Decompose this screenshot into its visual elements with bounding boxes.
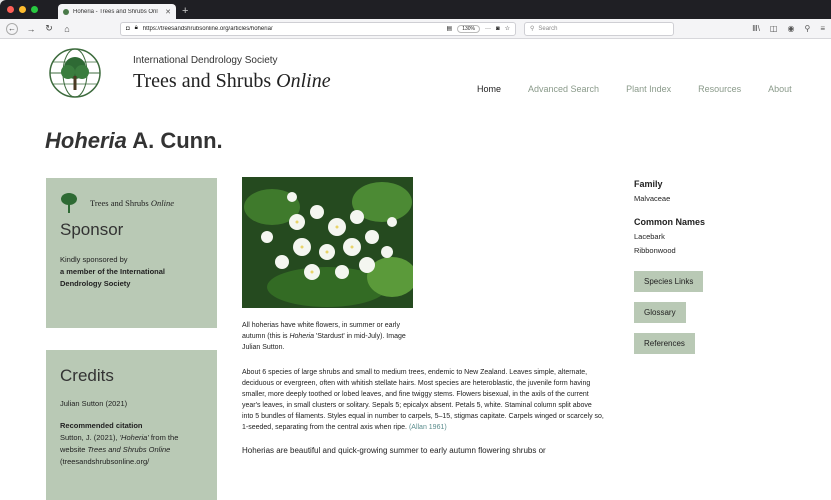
common-name-1: Lacebark — [634, 232, 665, 241]
sponsor-brand-italic: Online — [150, 198, 174, 208]
sponsor-brand-text: Trees and Shrubs Online — [90, 198, 174, 208]
photo-caption: All hoherias have white flowers, in summ… — [242, 320, 422, 353]
url-bar[interactable]: ◘ 🔒︎ https://treesandshrubsonline.org/ar… — [120, 21, 516, 36]
genus-description: About 6 species of large shrubs and smal… — [242, 367, 604, 433]
toolbar-icons: Ⅲ\ ◫ ◉ ⚲ ≡ — [752, 24, 825, 33]
search-icon: ⚲ — [530, 26, 535, 32]
citation-text: Sutton, J. (2021), 'Hoheria' from the we… — [60, 432, 203, 456]
minimize-window-icon[interactable] — [19, 6, 26, 13]
page-title: Hoheria A. Cunn. — [45, 128, 223, 154]
left-column: Trees and Shrubs Online Sponsor Kindly s… — [46, 178, 217, 500]
navigation-toolbar: ← → ↻ ⌂ ◘ 🔒︎ https://treesandshrubsonlin… — [0, 19, 831, 39]
web-page: International Dendrology Society Trees a… — [0, 40, 831, 500]
tab-bar: Hoheria - Trees and Shrubs Onl ✕ + — [0, 0, 831, 19]
citation-domain: (treesandshrubsonline.org/ — [60, 457, 150, 466]
credits-box: Credits Julian Sutton (2021) Recommended… — [46, 350, 217, 500]
sponsor-box: Trees and Shrubs Online Sponsor Kindly s… — [46, 178, 217, 328]
reload-icon[interactable]: ↻ — [44, 23, 54, 34]
zoom-level[interactable]: 130% — [457, 24, 480, 33]
forward-arrow-icon[interactable]: → — [26, 24, 36, 34]
family-value: Malvaceae — [634, 194, 671, 203]
sponsor-brand: Trees and Shrubs Online — [60, 192, 203, 214]
nav-home[interactable]: Home — [477, 84, 501, 94]
window-controls — [7, 6, 38, 13]
credits-heading: Credits — [60, 366, 114, 385]
bookmark-star-icon[interactable]: ☆ — [505, 25, 510, 32]
species-links-button[interactable]: Species Links — [634, 271, 704, 292]
menu-icon[interactable]: ≡ — [820, 24, 825, 33]
url-text: https://treesandshrubsonline.org/article… — [142, 25, 273, 32]
home-icon[interactable]: ⌂ — [62, 24, 72, 34]
citation-italic: 'Hoheria' — [119, 433, 149, 442]
close-window-icon[interactable] — [7, 6, 14, 13]
back-arrow-icon[interactable]: ← — [6, 22, 18, 35]
extension-icon[interactable]: ◉ — [787, 24, 794, 33]
org-name: International Dendrology Society — [133, 55, 278, 66]
family-label: Family — [634, 179, 663, 189]
citation-site: Trees and Shrubs Online — [87, 445, 171, 454]
hoheria-flower-photo[interactable] — [242, 177, 413, 308]
credits-author: Julian Sutton (2021) — [60, 399, 128, 408]
browser-tab[interactable]: Hoheria - Trees and Shrubs Onl ✕ — [58, 4, 176, 19]
main-navigation: Home Advanced Search Plant Index Resourc… — [477, 84, 792, 94]
shield-icon: ◘ — [126, 25, 130, 32]
tab-title: Hoheria - Trees and Shrubs Onl — [73, 8, 158, 15]
allan-1961-link[interactable]: (Allan 1961) — [409, 424, 447, 431]
page-title-genus: Hoheria — [45, 128, 127, 153]
nav-resources[interactable]: Resources — [698, 84, 741, 94]
browser-window: Hoheria - Trees and Shrubs Onl ✕ + ← → ↻… — [0, 0, 831, 500]
sponsor-line-1: Kindly sponsored by — [60, 255, 128, 264]
search-placeholder: Search — [538, 25, 558, 32]
search-bar[interactable]: ⚲ Search — [524, 21, 674, 36]
common-names-label: Common Names — [634, 217, 706, 227]
reader-view-icon[interactable]: ▤ — [447, 25, 453, 32]
citation-part-1: Sutton, J. (2021), — [60, 433, 120, 442]
globe-tree-logo-icon[interactable] — [48, 46, 102, 100]
page-title-author: A. Cunn. — [126, 128, 223, 153]
library-icon[interactable]: Ⅲ\ — [752, 24, 760, 33]
maximize-window-icon[interactable] — [31, 6, 38, 13]
nav-advanced-search[interactable]: Advanced Search — [528, 84, 599, 94]
more-actions-icon[interactable]: ··· — [485, 26, 491, 32]
lock-icon: 🔒︎ — [134, 25, 138, 31]
tab-close-icon[interactable]: ✕ — [165, 8, 171, 16]
description-text: About 6 species of large shrubs and smal… — [242, 369, 604, 431]
site-title-italic: Online — [276, 70, 331, 92]
new-tab-button[interactable]: + — [182, 4, 188, 19]
common-name-2: Ribbonwood — [634, 246, 676, 255]
info-column: Family Malvaceae Common Names Lacebark R… — [634, 179, 784, 354]
sponsor-line-2: a member of the International Dendrology… — [60, 267, 166, 288]
sidebar-icon[interactable]: ◫ — [770, 24, 778, 33]
sponsor-brand-main: Trees and Shrubs — [90, 198, 151, 208]
favicon-icon — [63, 8, 69, 15]
button-group: Species Links Glossary References — [634, 261, 784, 354]
nav-plant-index[interactable]: Plant Index — [626, 84, 671, 94]
pocket-icon[interactable]: ◙ — [496, 26, 500, 32]
pin-icon[interactable]: ⚲ — [804, 24, 810, 33]
site-title-main: Trees and Shrubs — [133, 70, 277, 92]
site-header: International Dendrology Society Trees a… — [0, 40, 831, 115]
references-button[interactable]: References — [634, 333, 695, 354]
caption-italic: Hoheria — [289, 333, 314, 340]
tree-icon — [61, 193, 77, 213]
cultivation-text: Hoherias are beautiful and quick-growing… — [242, 446, 546, 455]
citation-label: Recommended citation — [60, 421, 143, 430]
site-title[interactable]: Trees and Shrubs Online — [133, 70, 331, 93]
nav-about[interactable]: About — [768, 84, 792, 94]
sponsor-heading: Sponsor — [60, 220, 124, 239]
glossary-button[interactable]: Glossary — [634, 302, 686, 323]
article-column: All hoherias have white flowers, in summ… — [242, 177, 612, 457]
